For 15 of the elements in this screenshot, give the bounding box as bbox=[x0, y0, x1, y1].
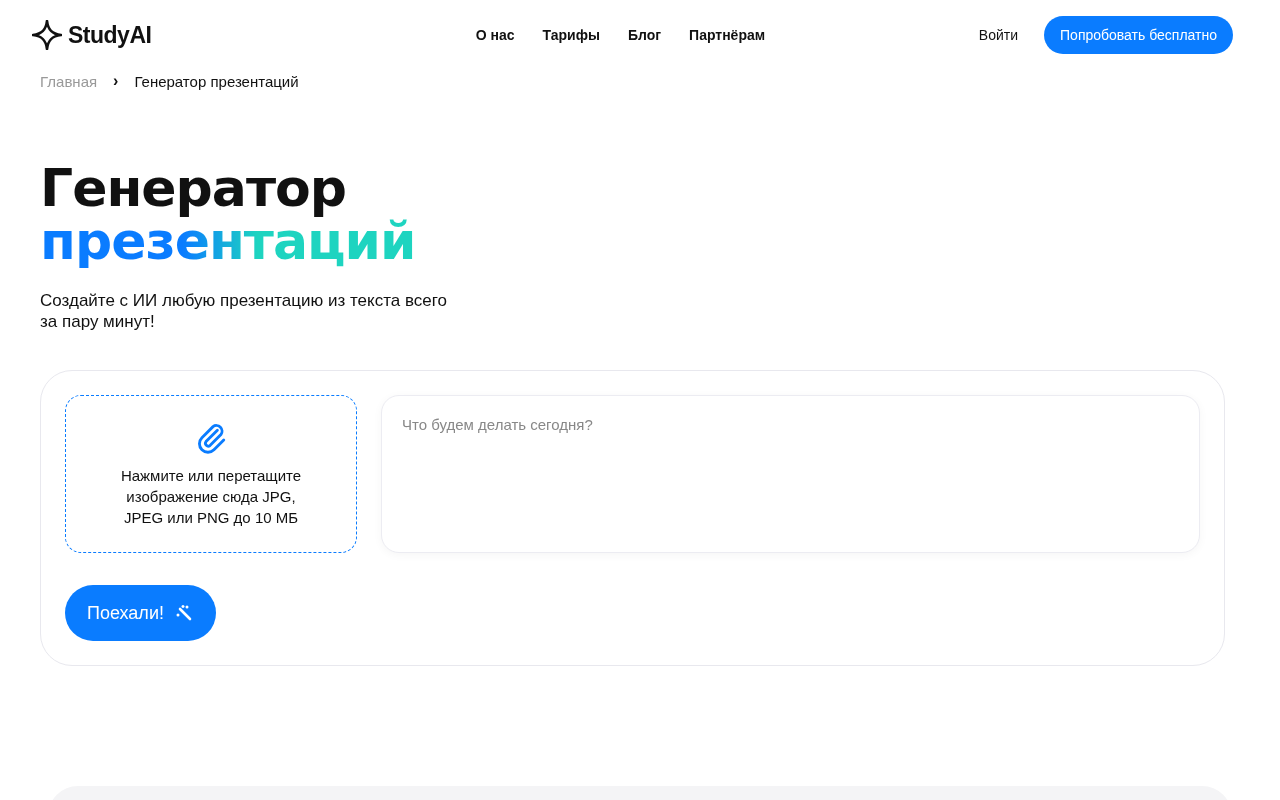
current-page-label: Генератор презентаций bbox=[134, 72, 299, 90]
sparkle-logo-icon bbox=[32, 20, 62, 50]
prompt-field[interactable]: Что будем делать сегодня? bbox=[381, 395, 1200, 553]
try-free-button[interactable]: Попробовать бесплатно bbox=[1044, 16, 1233, 54]
page-subtitle: Создайте с ИИ любую презентацию из текста всего за пару минут! bbox=[40, 290, 448, 332]
logo-text[interactable]: StudyAI bbox=[68, 21, 152, 49]
nav-link[interactable]: Тарифы bbox=[542, 27, 600, 43]
upload-dropzone[interactable]: Нажмите или перетащите изображение сюда JPG, JPEG или PNG до 10 МБ bbox=[65, 395, 357, 553]
nav-link[interactable]: Блог bbox=[627, 27, 662, 43]
submit-button[interactable]: Поехали! bbox=[65, 585, 216, 641]
nav-link[interactable]: О нас bbox=[475, 27, 515, 43]
breadcrumb-separator: › bbox=[113, 72, 119, 90]
page-title: Генератор bbox=[40, 162, 346, 215]
login-link[interactable]: Войти bbox=[978, 27, 1019, 43]
nav-link[interactable]: Партнёрам bbox=[689, 27, 766, 43]
